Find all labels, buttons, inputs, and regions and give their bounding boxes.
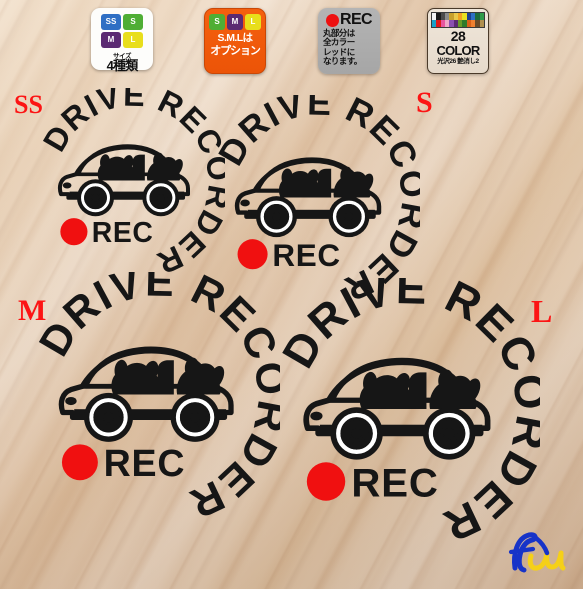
sticker-l-artwork: DRIVE RECORDERREC [278,278,540,540]
rec-badge-header: REC [321,12,377,28]
option-square-s: S [209,14,225,30]
size-tag-s: S [416,86,433,119]
size-square-l: L [123,32,143,48]
sticker-s-car-icon [234,157,382,238]
sticker-m-wheel-icon [84,392,133,442]
size-tag-ss: SS [14,90,43,119]
sticker-m-wheel-icon [170,392,220,442]
sticker-ss-car-icon [57,144,191,217]
size-square-ss: SS [101,14,121,30]
sticker-ss-artwork: DRIVE RECORDERREC [40,88,225,273]
sticker-s-red-dot-icon [237,239,268,270]
sticker-m-dog-silhouette [111,357,225,395]
sml-option-badge: S M L S.M.Lは オプション [204,8,266,74]
screenshot-canvas: SS S M L サイズ 4種類 S M L S.M.Lは オプション REC … [0,0,583,589]
rec-note-line-4: なります。 [323,56,362,67]
sticker-m-red-dot-icon [61,444,98,481]
sticker-s-dog-silhouette [278,166,374,198]
color-count-badge: 28 COLOR 光沢26 艶消し2 [427,8,489,74]
sticker-m: DRIVE RECORDERREC [35,272,280,517]
sticker-l-rec-label: REC [351,460,438,505]
sticker-m-rec-label: REC [104,442,186,484]
option-square-m: M [227,14,243,30]
sticker-ss-wheel-icon [77,179,114,217]
sticker-l-red-dot-icon [306,462,346,501]
sticker-m-artwork: DRIVE RECORDERREC [35,272,280,517]
size-tag-m: M [18,294,47,327]
sticker-s-wheel-icon [256,196,297,238]
fun-logo-icon [508,532,566,573]
color-count-word: COLOR [436,42,481,58]
option-square-row: S M L [209,14,261,30]
option-square-l: L [245,14,261,30]
fun-logo [503,526,573,581]
sticker-ss-dog-silhouette [97,152,183,181]
rec-badge-word: REC [340,11,373,28]
sticker-s-artwork: DRIVE RECORDERREC [215,95,420,300]
size-caption-count: 4種類 [106,58,139,73]
size-tag-l: L [531,293,553,329]
sticker-l-car-icon [303,357,491,460]
option-line-2: オプション [210,44,261,57]
rec-color-note-badge: REC 丸部分は 全カラー レッドに なります。 [318,8,380,74]
color-swatch-row-2 [432,20,484,27]
color-swatch-row-1 [432,13,484,20]
size-square-s: S [123,14,143,30]
color-swatch-grid [431,12,485,28]
size-variants-badge: SS S M L サイズ 4種類 [91,8,153,73]
sticker-l-wheel-icon [422,407,476,460]
size-square-m: M [101,32,121,48]
color-finish-note: 光沢26 艶消し2 [437,57,479,65]
sticker-ss-wheel-icon [142,179,180,217]
red-circle-icon [326,13,339,27]
option-line-1: S.M.Lは [217,32,254,44]
sticker-ss-rec-label: REC [92,217,154,249]
sticker-s-wheel-icon [328,196,370,238]
size-square-grid: SS S M L [101,14,143,48]
sticker-ss-red-dot-icon [60,218,88,246]
sticker-ss: DRIVE RECORDERREC [40,88,225,273]
rec-note-text: 丸部分は 全カラー レッドに なります。 [321,28,377,67]
sticker-l: DRIVE RECORDERREC [278,278,540,540]
sticker-l-wheel-icon [330,407,383,460]
sticker-s: DRIVE RECORDERREC [215,95,420,300]
color-swatch-11 [479,13,484,20]
color-swatch-11 [479,20,484,27]
color-count-number: 28 [450,28,466,44]
sticker-l-dog-silhouette [359,369,481,409]
sticker-s-rec-label: REC [272,238,340,273]
sticker-m-car-icon [58,346,234,442]
